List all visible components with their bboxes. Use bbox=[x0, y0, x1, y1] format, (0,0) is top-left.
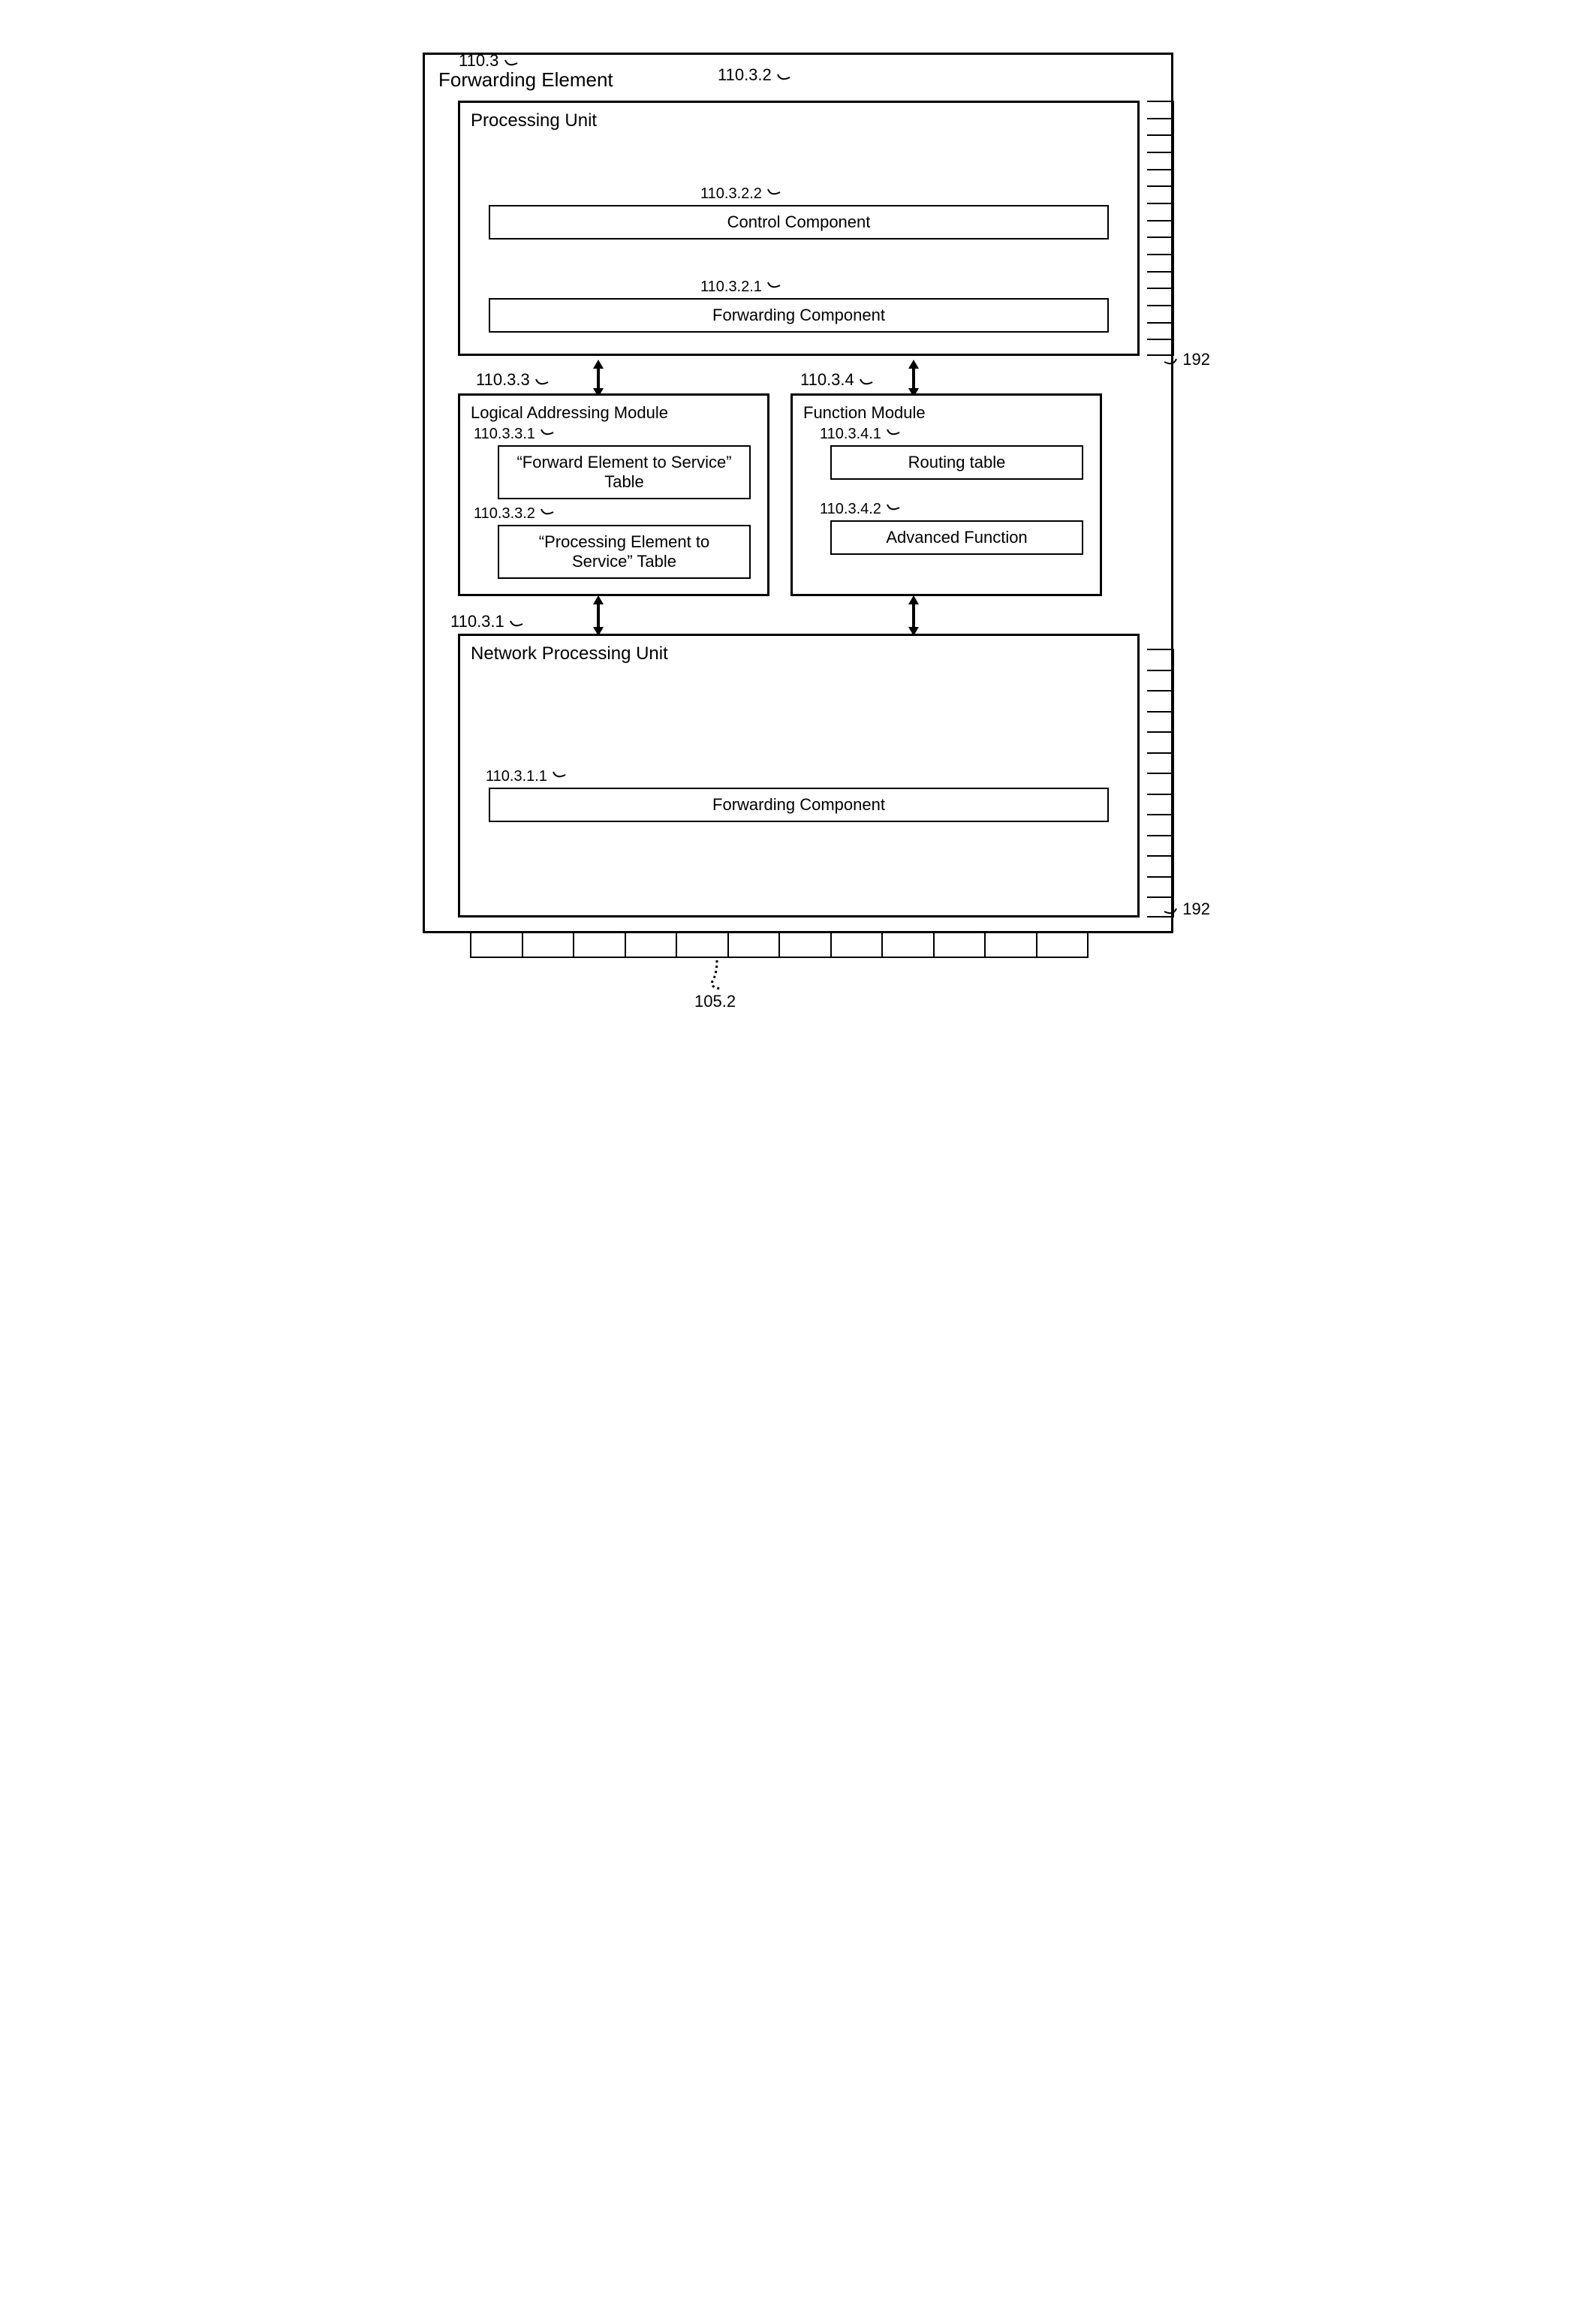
port-slot bbox=[1147, 273, 1173, 290]
dotted-lead-icon bbox=[706, 960, 736, 992]
port-slot bbox=[1147, 170, 1173, 188]
forwarding-component-npu-label: Forwarding Component bbox=[712, 795, 885, 814]
ref-side-ports-top: 192 bbox=[1163, 350, 1210, 369]
side-ports-top bbox=[1147, 101, 1174, 356]
port-slot bbox=[1147, 774, 1173, 795]
side-ports-bottom bbox=[1147, 649, 1174, 917]
ref-forwarding-component-pu: 110.3.2.1 bbox=[700, 279, 781, 296]
port-slot bbox=[1147, 255, 1173, 273]
port-slot bbox=[1147, 691, 1173, 713]
forwarding-component-pu-label: Forwarding Component bbox=[712, 306, 885, 324]
arrow-pu-to-lam bbox=[590, 360, 604, 397]
network-processing-unit-box: Network Processing Unit 110.3.1.1 Forwar… bbox=[458, 634, 1140, 917]
pe-to-service-label: “Processing Element to Service” Table bbox=[539, 532, 709, 571]
port-slot bbox=[1147, 153, 1173, 170]
logical-addressing-module-title: Logical Addressing Module bbox=[471, 403, 757, 423]
port-slot bbox=[1147, 136, 1173, 153]
port-slot bbox=[1147, 289, 1173, 306]
port-slot bbox=[1147, 857, 1173, 878]
port-slot bbox=[1147, 102, 1173, 119]
ref-function-module: 110.3.4 bbox=[800, 370, 874, 390]
ref-routing-table: 110.3.4.1 bbox=[820, 426, 901, 443]
ref-network-processing-unit: 110.3.1 bbox=[450, 612, 524, 631]
port-slot bbox=[1147, 187, 1173, 204]
forwarding-component-npu-box: 110.3.1.1 Forwarding Component bbox=[489, 788, 1109, 822]
ref-processing-unit: 110.3.2 bbox=[718, 65, 791, 85]
fe-to-service-label: “Forward Element to Service” Table bbox=[516, 453, 731, 491]
port-slot bbox=[1147, 671, 1173, 692]
port-slot bbox=[1147, 221, 1173, 239]
processing-unit-title: Processing Unit bbox=[471, 110, 1127, 131]
ref-forwarding-component-npu: 110.3.1.1 bbox=[486, 768, 567, 785]
ref-side-ports-bottom: 192 bbox=[1163, 899, 1210, 919]
control-component-label: Control Component bbox=[727, 212, 871, 231]
forwarding-element-title: Forwarding Element bbox=[438, 68, 1147, 92]
arrow-lam-to-npu bbox=[590, 595, 604, 636]
ref-advanced-function: 110.3.4.2 bbox=[820, 501, 901, 518]
port-slot bbox=[1147, 878, 1173, 899]
routing-table-label: Routing table bbox=[908, 453, 1006, 472]
ref-bottom-ports: 105.2 bbox=[694, 992, 736, 1011]
advanced-function-label: Advanced Function bbox=[886, 528, 1027, 547]
function-module-title: Function Module bbox=[803, 403, 1089, 423]
control-component-box: 110.3.2.2 Control Component bbox=[489, 205, 1109, 240]
ref-fe-to-service: 110.3.3.1 bbox=[474, 426, 555, 443]
ref-logical-addressing-module: 110.3.3 bbox=[476, 370, 550, 390]
arrow-fm-to-npu bbox=[905, 595, 919, 636]
pe-to-service-box: 110.3.3.2 “Processing Element to Service… bbox=[498, 525, 751, 579]
logical-addressing-module-box: Logical Addressing Module 110.3.3.1 “For… bbox=[458, 393, 769, 596]
port-slot bbox=[1147, 836, 1173, 857]
port-slot bbox=[1147, 815, 1173, 836]
port-slot bbox=[1147, 713, 1173, 734]
port-slot bbox=[1147, 650, 1173, 671]
port-slot bbox=[1147, 204, 1173, 221]
diagram-root: 110.3 Forwarding Element 110.3.2 Process… bbox=[423, 53, 1173, 986]
port-slot bbox=[1147, 754, 1173, 775]
arrow-pu-to-fm bbox=[905, 360, 919, 397]
port-slot bbox=[1147, 238, 1173, 255]
advanced-function-box: 110.3.4.2 Advanced Function bbox=[830, 520, 1083, 555]
port-slot bbox=[1147, 733, 1173, 754]
network-processing-unit-title: Network Processing Unit bbox=[471, 643, 1127, 664]
port-slot bbox=[1147, 306, 1173, 324]
port-slot bbox=[1147, 324, 1173, 341]
port-slot bbox=[1147, 119, 1173, 137]
port-slot bbox=[1147, 795, 1173, 816]
ref-pe-to-service: 110.3.3.2 bbox=[474, 505, 555, 523]
forwarding-component-pu-box: 110.3.2.1 Forwarding Component bbox=[489, 298, 1109, 333]
ref-control-component: 110.3.2.2 bbox=[700, 185, 781, 203]
fe-to-service-box: 110.3.3.1 “Forward Element to Service” T… bbox=[498, 445, 751, 499]
processing-unit-box: Processing Unit 110.3.2.2 Control Compon… bbox=[458, 101, 1140, 356]
function-module-box: Function Module 110.3.4.1 Routing table … bbox=[790, 393, 1102, 596]
forwarding-element-box: Forwarding Element 110.3.2 Processing Un… bbox=[423, 53, 1173, 933]
routing-table-box: 110.3.4.1 Routing table bbox=[830, 445, 1083, 480]
